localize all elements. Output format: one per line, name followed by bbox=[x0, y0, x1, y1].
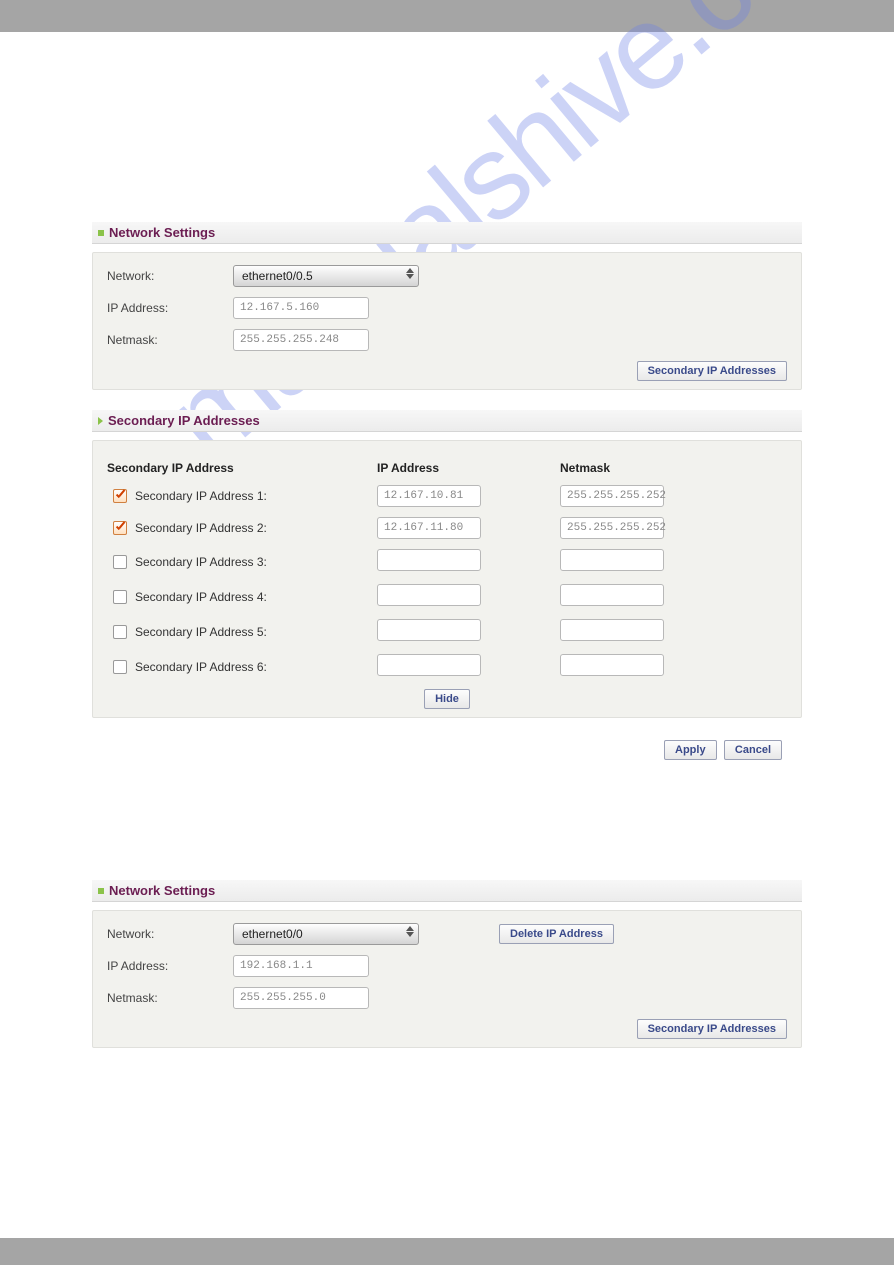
bullet-icon bbox=[98, 230, 104, 236]
secondary-ip-row: Secondary IP Address 4: bbox=[107, 584, 787, 609]
network-dropdown-value: ethernet0/0 bbox=[242, 927, 303, 941]
network-settings-panel-2: Network: ethernet0/0 Delete IP Address I… bbox=[92, 910, 802, 1048]
secondary-ip-addresses-button[interactable]: Secondary IP Addresses bbox=[637, 361, 787, 381]
section-header: Secondary IP Addresses bbox=[92, 410, 802, 432]
network-label: Network: bbox=[107, 927, 233, 941]
secondary-ip-checkbox[interactable] bbox=[113, 489, 127, 503]
hide-button[interactable]: Hide bbox=[424, 689, 470, 709]
network-dropdown[interactable]: ethernet0/0 bbox=[233, 923, 419, 945]
action-row: Apply Cancel bbox=[92, 740, 802, 760]
netmask-input[interactable]: 255.255.255.248 bbox=[233, 329, 369, 351]
secondary-ip-panel: Secondary IP Address IP Address Netmask … bbox=[92, 440, 802, 718]
col-secondary-ip: Secondary IP Address bbox=[107, 461, 377, 475]
dropdown-spinner-icon bbox=[406, 268, 414, 279]
secondary-ip-input[interactable] bbox=[377, 584, 481, 606]
bullet-icon bbox=[98, 888, 104, 894]
netmask-label: Netmask: bbox=[107, 333, 233, 347]
network-settings-section-1: Network Settings Network: ethernet0/0.5 … bbox=[92, 222, 802, 390]
secondary-ip-checkbox[interactable] bbox=[113, 625, 127, 639]
secondary-ip-row: Secondary IP Address 3: bbox=[107, 549, 787, 574]
secondary-ip-checkbox[interactable] bbox=[113, 521, 127, 535]
secondary-netmask-input[interactable] bbox=[560, 549, 664, 571]
delete-ip-address-button[interactable]: Delete IP Address bbox=[499, 924, 614, 944]
secondary-ip-addresses-section: Secondary IP Addresses Secondary IP Addr… bbox=[92, 410, 802, 718]
secondary-ip-label: Secondary IP Address 3: bbox=[135, 555, 267, 569]
secondary-ip-label: Secondary IP Address 2: bbox=[135, 521, 267, 535]
secondary-ip-label: Secondary IP Address 1: bbox=[135, 489, 267, 503]
secondary-ip-label: Secondary IP Address 5: bbox=[135, 625, 267, 639]
section-title: Network Settings bbox=[109, 225, 215, 240]
secondary-ip-row: Secondary IP Address 2: 12.167.11.80 255.2… bbox=[107, 517, 787, 539]
col-ip-address: IP Address bbox=[377, 461, 560, 475]
secondary-ip-row: Secondary IP Address 5: bbox=[107, 619, 787, 644]
apply-button[interactable]: Apply bbox=[664, 740, 717, 760]
section-title: Secondary IP Addresses bbox=[108, 413, 260, 428]
secondary-ip-input[interactable] bbox=[377, 549, 481, 571]
ip-address-label: IP Address: bbox=[107, 959, 233, 973]
section-header: Network Settings bbox=[92, 880, 802, 902]
secondary-ip-checkbox[interactable] bbox=[113, 660, 127, 674]
network-settings-section-2: Network Settings Network: ethernet0/0 De… bbox=[92, 880, 802, 1048]
netmask-input[interactable]: 255.255.255.0 bbox=[233, 987, 369, 1009]
secondary-ip-label: Secondary IP Address 6: bbox=[135, 660, 267, 674]
network-label: Network: bbox=[107, 269, 233, 283]
dropdown-spinner-icon bbox=[406, 926, 414, 937]
ip-address-label: IP Address: bbox=[107, 301, 233, 315]
secondary-ip-input[interactable] bbox=[377, 619, 481, 641]
secondary-netmask-input[interactable] bbox=[560, 654, 664, 676]
secondary-netmask-input[interactable] bbox=[560, 584, 664, 606]
secondary-netmask-input[interactable]: 255.255.255.252 bbox=[560, 485, 664, 507]
ip-address-input[interactable]: 192.168.1.1 bbox=[233, 955, 369, 977]
secondary-netmask-input[interactable] bbox=[560, 619, 664, 641]
arrow-icon bbox=[98, 417, 103, 425]
section-header: Network Settings bbox=[92, 222, 802, 244]
secondary-netmask-input[interactable]: 255.255.255.252 bbox=[560, 517, 664, 539]
secondary-ip-addresses-button[interactable]: Secondary IP Addresses bbox=[637, 1019, 787, 1039]
section-title: Network Settings bbox=[109, 883, 215, 898]
network-dropdown-value: ethernet0/0.5 bbox=[242, 269, 313, 283]
secondary-ip-input[interactable] bbox=[377, 654, 481, 676]
table-header: Secondary IP Address IP Address Netmask bbox=[107, 453, 787, 485]
netmask-label: Netmask: bbox=[107, 991, 233, 1005]
network-settings-panel: Network: ethernet0/0.5 IP Address: 12.16… bbox=[92, 252, 802, 390]
secondary-ip-input[interactable]: 12.167.10.81 bbox=[377, 485, 481, 507]
secondary-ip-row: Secondary IP Address 6: bbox=[107, 654, 787, 679]
col-netmask: Netmask bbox=[560, 461, 700, 475]
network-dropdown[interactable]: ethernet0/0.5 bbox=[233, 265, 419, 287]
secondary-ip-checkbox[interactable] bbox=[113, 555, 127, 569]
ip-address-input[interactable]: 12.167.5.160 bbox=[233, 297, 369, 319]
secondary-ip-row: Secondary IP Address 1: 12.167.10.81 255.2… bbox=[107, 485, 787, 507]
secondary-ip-checkbox[interactable] bbox=[113, 590, 127, 604]
secondary-ip-input[interactable]: 12.167.11.80 bbox=[377, 517, 481, 539]
cancel-button[interactable]: Cancel bbox=[724, 740, 782, 760]
secondary-ip-label: Secondary IP Address 4: bbox=[135, 590, 267, 604]
